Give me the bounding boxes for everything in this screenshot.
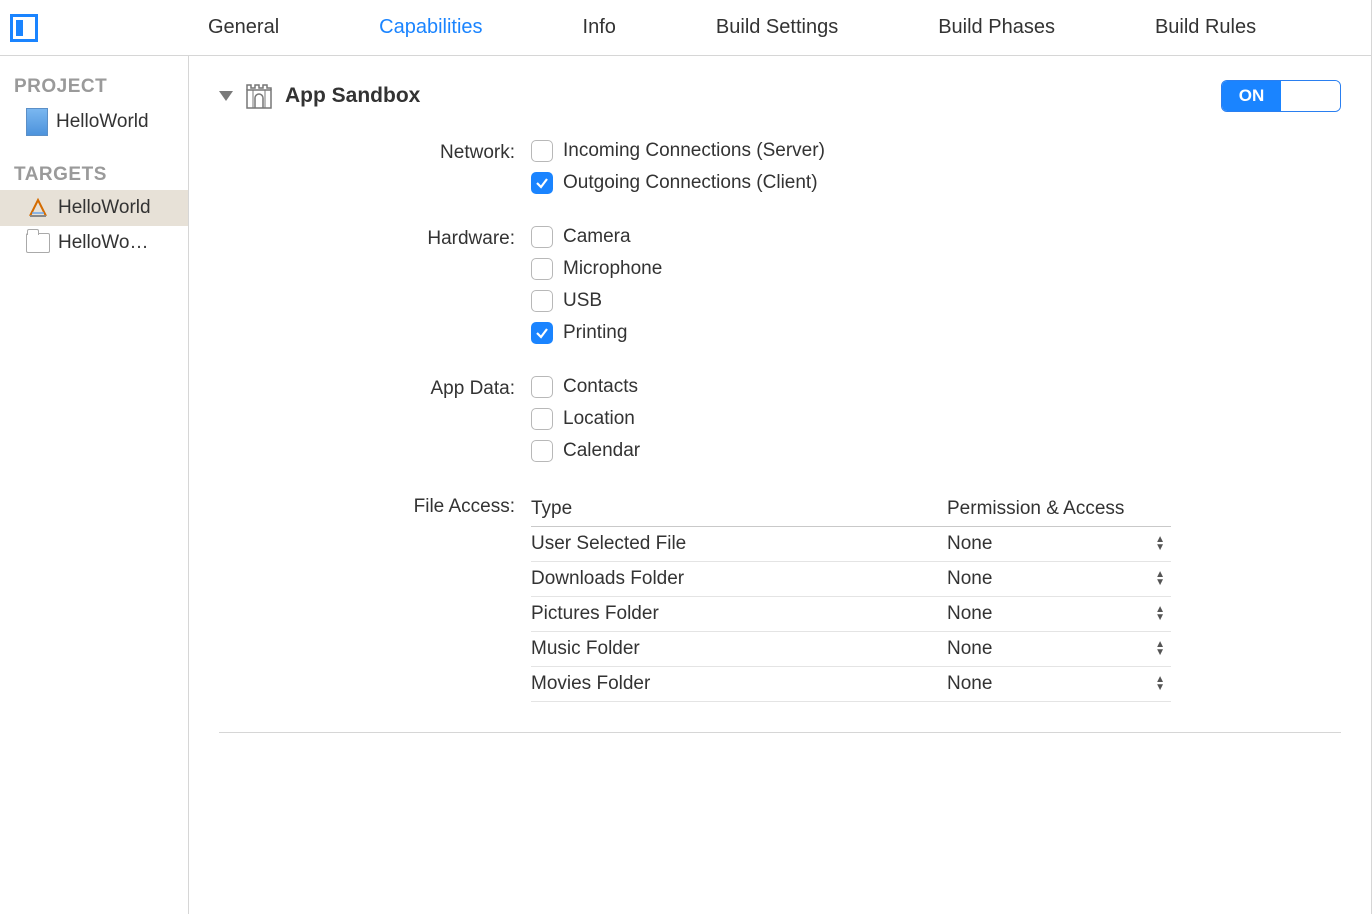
file-access-type: Music Folder bbox=[531, 632, 947, 667]
fileaccess-label: File Access: bbox=[259, 494, 531, 518]
sidebar-project-item[interactable]: HelloWorld bbox=[0, 102, 188, 142]
checkbox-calendar[interactable]: Calendar bbox=[531, 440, 1341, 462]
file-access-col-perm: Permission & Access bbox=[947, 494, 1171, 527]
tab-build-rules[interactable]: Build Rules bbox=[1105, 16, 1306, 39]
checkbox-label: Camera bbox=[563, 226, 631, 248]
table-row: Pictures Folder None▲▼ bbox=[531, 597, 1171, 632]
file-access-col-type: Type bbox=[531, 494, 947, 527]
folder-icon bbox=[26, 233, 50, 253]
network-label: Network: bbox=[259, 140, 531, 164]
disclosure-triangle-icon[interactable] bbox=[219, 91, 233, 101]
checkbox-icon bbox=[531, 258, 553, 280]
table-row: Movies Folder None▲▼ bbox=[531, 667, 1171, 702]
file-access-type: Pictures Folder bbox=[531, 597, 947, 632]
stepper-icon: ▲▼ bbox=[1155, 571, 1165, 587]
checkbox-label: USB bbox=[563, 290, 602, 312]
file-access-permission-select[interactable]: None▲▼ bbox=[947, 603, 1165, 625]
project-sidebar: PROJECT HelloWorld TARGETS HelloWorld He… bbox=[0, 56, 189, 914]
file-access-permission-select[interactable]: None▲▼ bbox=[947, 568, 1165, 590]
checkbox-location[interactable]: Location bbox=[531, 408, 1341, 430]
checkbox-microphone[interactable]: Microphone bbox=[531, 258, 1341, 280]
sidebar-target-label: HelloWorld bbox=[58, 197, 151, 219]
file-access-permission-select[interactable]: None▲▼ bbox=[947, 673, 1165, 695]
checkbox-label: Location bbox=[563, 408, 635, 430]
sidebar-heading-targets: TARGETS bbox=[0, 160, 188, 190]
hardware-label: Hardware: bbox=[259, 226, 531, 250]
switch-on-label: ON bbox=[1222, 81, 1281, 111]
appdata-label: App Data: bbox=[259, 376, 531, 400]
file-access-type: User Selected File bbox=[531, 527, 947, 562]
sandbox-toggle[interactable]: ON bbox=[1221, 80, 1341, 112]
app-target-icon bbox=[26, 196, 50, 220]
sidebar-target-label: HelloWo… bbox=[58, 232, 148, 254]
checkbox-label: Outgoing Connections (Client) bbox=[563, 172, 818, 194]
sidebar-target-helloworld-tests[interactable]: HelloWo… bbox=[0, 226, 188, 260]
sidebar-target-helloworld[interactable]: HelloWorld bbox=[0, 190, 188, 226]
sidebar-heading-project: PROJECT bbox=[0, 72, 188, 102]
tab-capabilities[interactable]: Capabilities bbox=[329, 16, 532, 39]
checkbox-camera[interactable]: Camera bbox=[531, 226, 1341, 248]
sidebar-project-label: HelloWorld bbox=[56, 111, 149, 133]
capability-header: App Sandbox ON bbox=[219, 80, 1341, 112]
checkbox-icon bbox=[531, 172, 553, 194]
project-layout-icon[interactable] bbox=[10, 14, 38, 42]
stepper-icon: ▲▼ bbox=[1155, 641, 1165, 657]
checkbox-icon bbox=[531, 290, 553, 312]
file-access-type: Downloads Folder bbox=[531, 562, 947, 597]
checkbox-icon bbox=[531, 408, 553, 430]
stepper-icon: ▲▼ bbox=[1155, 606, 1165, 622]
tab-build-settings[interactable]: Build Settings bbox=[666, 16, 888, 39]
checkbox-icon bbox=[531, 226, 553, 248]
checkbox-label: Microphone bbox=[563, 258, 662, 280]
checkbox-label: Printing bbox=[563, 322, 627, 344]
checkbox-label: Incoming Connections (Server) bbox=[563, 140, 825, 162]
tab-info[interactable]: Info bbox=[533, 16, 666, 39]
section-divider bbox=[219, 732, 1341, 733]
checkbox-incoming-connections[interactable]: Incoming Connections (Server) bbox=[531, 140, 1341, 162]
checkbox-outgoing-connections[interactable]: Outgoing Connections (Client) bbox=[531, 172, 1341, 194]
stepper-icon: ▲▼ bbox=[1155, 536, 1165, 552]
tab-build-phases[interactable]: Build Phases bbox=[888, 16, 1105, 39]
table-row: Music Folder None▲▼ bbox=[531, 632, 1171, 667]
stepper-icon: ▲▼ bbox=[1155, 676, 1165, 692]
tab-general[interactable]: General bbox=[158, 16, 329, 39]
checkbox-contacts[interactable]: Contacts bbox=[531, 376, 1341, 398]
file-access-table: Type Permission & Access User Selected F… bbox=[531, 494, 1171, 702]
file-access-permission-select[interactable]: None▲▼ bbox=[947, 533, 1165, 555]
capabilities-content: App Sandbox ON Network: Incoming Connect… bbox=[189, 56, 1372, 914]
checkbox-label: Contacts bbox=[563, 376, 638, 398]
capability-title: App Sandbox bbox=[285, 84, 420, 108]
checkbox-icon bbox=[531, 140, 553, 162]
sandbox-castle-icon bbox=[243, 80, 275, 112]
file-access-permission-select[interactable]: None▲▼ bbox=[947, 638, 1165, 660]
xcodeproj-icon bbox=[26, 108, 48, 136]
checkbox-printing[interactable]: Printing bbox=[531, 322, 1341, 344]
table-row: Downloads Folder None▲▼ bbox=[531, 562, 1171, 597]
checkbox-usb[interactable]: USB bbox=[531, 290, 1341, 312]
file-access-type: Movies Folder bbox=[531, 667, 947, 702]
checkbox-label: Calendar bbox=[563, 440, 640, 462]
switch-knob bbox=[1281, 81, 1340, 111]
checkbox-icon bbox=[531, 440, 553, 462]
editor-tabbar: General Capabilities Info Build Settings… bbox=[0, 0, 1372, 56]
table-row: User Selected File None▲▼ bbox=[531, 527, 1171, 562]
checkbox-icon bbox=[531, 322, 553, 344]
checkbox-icon bbox=[531, 376, 553, 398]
